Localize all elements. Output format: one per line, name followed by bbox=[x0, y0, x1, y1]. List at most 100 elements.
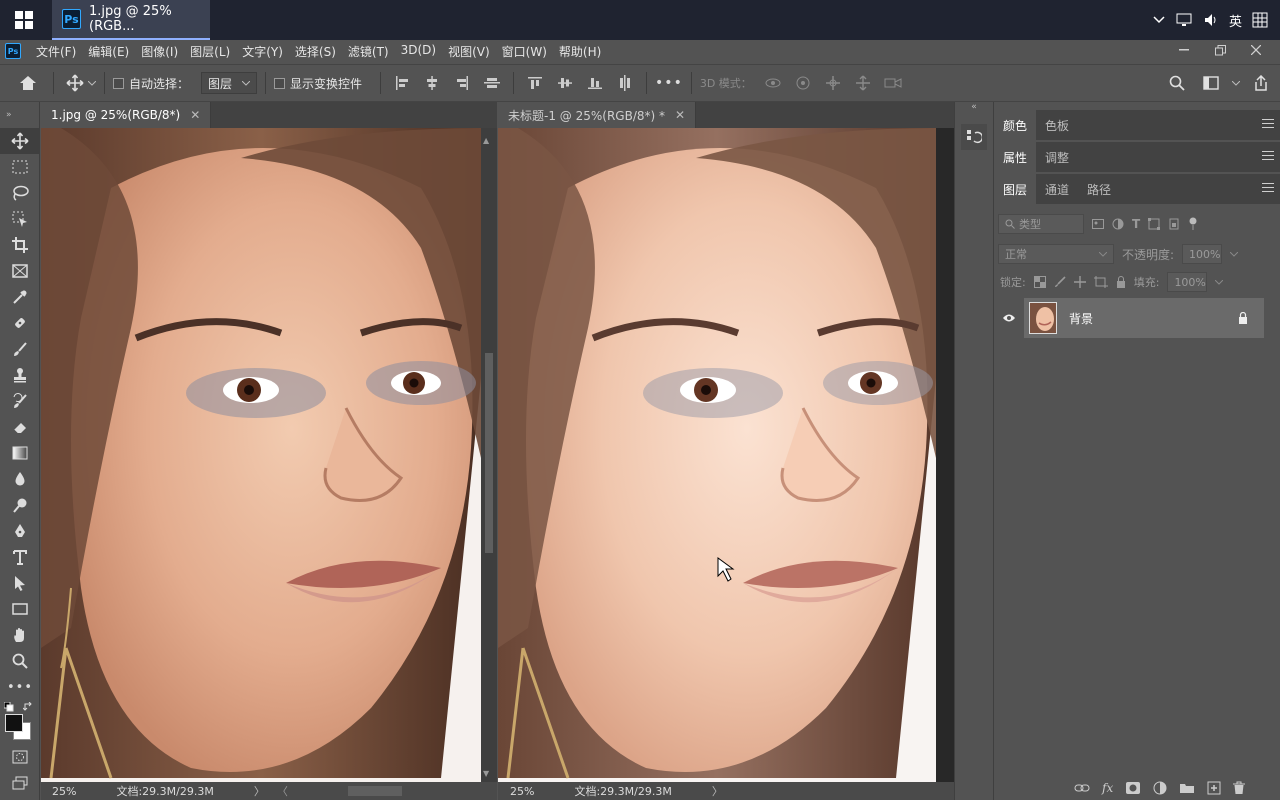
tab-properties[interactable]: 属性 bbox=[994, 142, 1037, 172]
gradient-tool-icon[interactable] bbox=[0, 440, 40, 466]
restore-button[interactable] bbox=[1210, 42, 1230, 58]
type-tool-icon[interactable] bbox=[0, 544, 40, 570]
delete-layer-trash-icon[interactable] bbox=[1233, 781, 1246, 795]
history-panel-icon[interactable] bbox=[961, 124, 987, 150]
search-icon[interactable] bbox=[1164, 70, 1190, 96]
menu-window[interactable]: 窗口(W) bbox=[501, 43, 548, 60]
rectangle-tool-icon[interactable] bbox=[0, 596, 40, 622]
3d-camera-icon[interactable] bbox=[880, 70, 906, 96]
chevron-right-icon[interactable]: 〉 bbox=[712, 783, 723, 799]
close-icon[interactable]: ✕ bbox=[675, 108, 685, 122]
new-layer-icon[interactable] bbox=[1207, 781, 1221, 795]
network-icon[interactable] bbox=[1175, 12, 1193, 28]
volume-icon[interactable] bbox=[1203, 12, 1219, 28]
chevron-down-icon[interactable] bbox=[1215, 279, 1224, 285]
menu-edit[interactable]: 编辑(E) bbox=[87, 43, 130, 60]
menu-select[interactable]: 选择(S) bbox=[294, 43, 337, 60]
doc2-canvas[interactable] bbox=[498, 128, 936, 782]
share-icon[interactable] bbox=[1248, 70, 1274, 96]
chevron-down-icon[interactable] bbox=[1232, 80, 1240, 86]
marquee-tool-icon[interactable] bbox=[0, 154, 40, 180]
more-options-button[interactable]: ••• bbox=[655, 75, 683, 91]
blend-mode-dropdown[interactable]: 正常 bbox=[998, 244, 1114, 264]
tab-color[interactable]: 颜色 bbox=[994, 110, 1037, 140]
auto-select-target-dropdown[interactable]: 图层 bbox=[201, 72, 258, 94]
menu-help[interactable]: 帮助(H) bbox=[558, 43, 602, 60]
screen-mode-icon[interactable] bbox=[0, 770, 40, 796]
frame-tool-icon[interactable] bbox=[0, 258, 40, 284]
align-left-icon[interactable] bbox=[389, 70, 415, 96]
ime-indicator[interactable]: 英 bbox=[1229, 11, 1242, 30]
filter-pixel-icon[interactable] bbox=[1092, 219, 1104, 229]
doc1-zoom[interactable]: 25% bbox=[52, 785, 76, 798]
link-layers-icon[interactable] bbox=[1074, 783, 1090, 793]
object-selection-tool-icon[interactable] bbox=[0, 206, 40, 232]
menu-file[interactable]: 文件(F) bbox=[35, 43, 77, 60]
menu-type[interactable]: 文字(Y) bbox=[241, 43, 284, 60]
pen-tool-icon[interactable] bbox=[0, 518, 40, 544]
doc2-zoom[interactable]: 25% bbox=[510, 785, 534, 798]
app-ps-icon[interactable]: Ps bbox=[5, 43, 21, 59]
tab-channels[interactable]: 通道 bbox=[1036, 174, 1078, 204]
distribute-vertical-icon[interactable] bbox=[612, 70, 638, 96]
path-selection-tool-icon[interactable] bbox=[0, 570, 40, 596]
lasso-tool-icon[interactable] bbox=[0, 180, 40, 206]
distribute-horizontal-icon[interactable] bbox=[479, 70, 505, 96]
chevron-right-icon[interactable]: 〉 bbox=[254, 783, 265, 799]
new-adjustment-layer-icon[interactable] bbox=[1153, 781, 1167, 795]
close-icon[interactable]: ✕ bbox=[190, 108, 200, 122]
brush-tool-icon[interactable] bbox=[0, 336, 40, 362]
align-right-icon[interactable] bbox=[449, 70, 475, 96]
close-window-button[interactable] bbox=[1246, 42, 1266, 58]
layer-name[interactable]: 背景 bbox=[1069, 310, 1093, 327]
doc1-scroll-thumb[interactable] bbox=[485, 353, 493, 553]
3d-orbit-icon[interactable] bbox=[760, 70, 786, 96]
hand-tool-icon[interactable] bbox=[0, 622, 40, 648]
default-colors-icon[interactable] bbox=[4, 702, 14, 712]
panel-menu-icon[interactable] bbox=[1262, 151, 1274, 163]
align-center-horizontal-icon[interactable] bbox=[419, 70, 445, 96]
doc1-horizontal-scroll-thumb[interactable] bbox=[347, 786, 402, 796]
show-transform-controls-checkbox[interactable] bbox=[274, 77, 286, 89]
align-bottom-icon[interactable] bbox=[582, 70, 608, 96]
eyedropper-tool-icon[interactable] bbox=[0, 284, 40, 310]
chevron-down-icon[interactable] bbox=[88, 80, 96, 86]
collapse-panels-icon[interactable]: « bbox=[955, 102, 993, 116]
layer-row-background[interactable]: 背景 bbox=[994, 298, 1264, 338]
workspace-icon[interactable] bbox=[1198, 70, 1224, 96]
edit-toolbar-icon[interactable]: ••• bbox=[0, 674, 40, 700]
auto-select-checkbox[interactable] bbox=[113, 77, 124, 89]
foreground-color-swatch[interactable] bbox=[5, 714, 23, 732]
lock-artboard-icon[interactable] bbox=[1093, 276, 1108, 288]
new-group-folder-icon[interactable] bbox=[1179, 782, 1195, 794]
history-brush-tool-icon[interactable] bbox=[0, 388, 40, 414]
align-middle-vertical-icon[interactable] bbox=[552, 70, 578, 96]
filter-type-icon[interactable]: T bbox=[1132, 217, 1140, 231]
layer-lock-icon[interactable] bbox=[1238, 312, 1248, 324]
tab-adjustments[interactable]: 调整 bbox=[1036, 142, 1078, 172]
menu-image[interactable]: 图像(I) bbox=[140, 43, 179, 60]
doc2-tab[interactable]: 未标题-1 @ 25%(RGB/8*) * ✕ bbox=[498, 102, 697, 128]
tab-paths[interactable]: 路径 bbox=[1078, 174, 1120, 204]
lock-all-icon[interactable] bbox=[1116, 276, 1126, 288]
collapse-toolbar-icon[interactable]: » bbox=[0, 102, 39, 128]
move-tool-preset-icon[interactable] bbox=[62, 70, 88, 96]
menu-layer[interactable]: 图层(L) bbox=[189, 43, 231, 60]
filter-adjustment-icon[interactable] bbox=[1112, 218, 1124, 230]
filter-shape-icon[interactable] bbox=[1148, 218, 1161, 230]
doc1-vertical-scrollbar[interactable]: ▲ ▼ bbox=[481, 128, 497, 782]
lock-image-pixels-icon[interactable] bbox=[1054, 276, 1066, 288]
doc1-tab[interactable]: 1.jpg @ 25%(RGB/8*) ✕ bbox=[41, 102, 212, 128]
blur-tool-icon[interactable] bbox=[0, 466, 40, 492]
taskbar-photoshop-window[interactable]: Ps 1.jpg @ 25%(RGB... bbox=[52, 0, 210, 40]
doc1-canvas[interactable] bbox=[41, 128, 481, 782]
layer-row-content[interactable]: 背景 bbox=[1024, 298, 1264, 338]
panel-menu-icon[interactable] bbox=[1262, 183, 1274, 195]
chevron-left-icon[interactable]: 〈 bbox=[277, 783, 288, 799]
align-top-icon[interactable] bbox=[522, 70, 548, 96]
keyboard-grid-icon[interactable] bbox=[1252, 12, 1268, 28]
eraser-tool-icon[interactable] bbox=[0, 414, 40, 440]
filter-toggle-icon[interactable] bbox=[1188, 217, 1198, 231]
layer-style-fx-icon[interactable]: fx bbox=[1102, 781, 1113, 795]
layer-filter-kind-dropdown[interactable]: 类型 bbox=[998, 214, 1084, 234]
